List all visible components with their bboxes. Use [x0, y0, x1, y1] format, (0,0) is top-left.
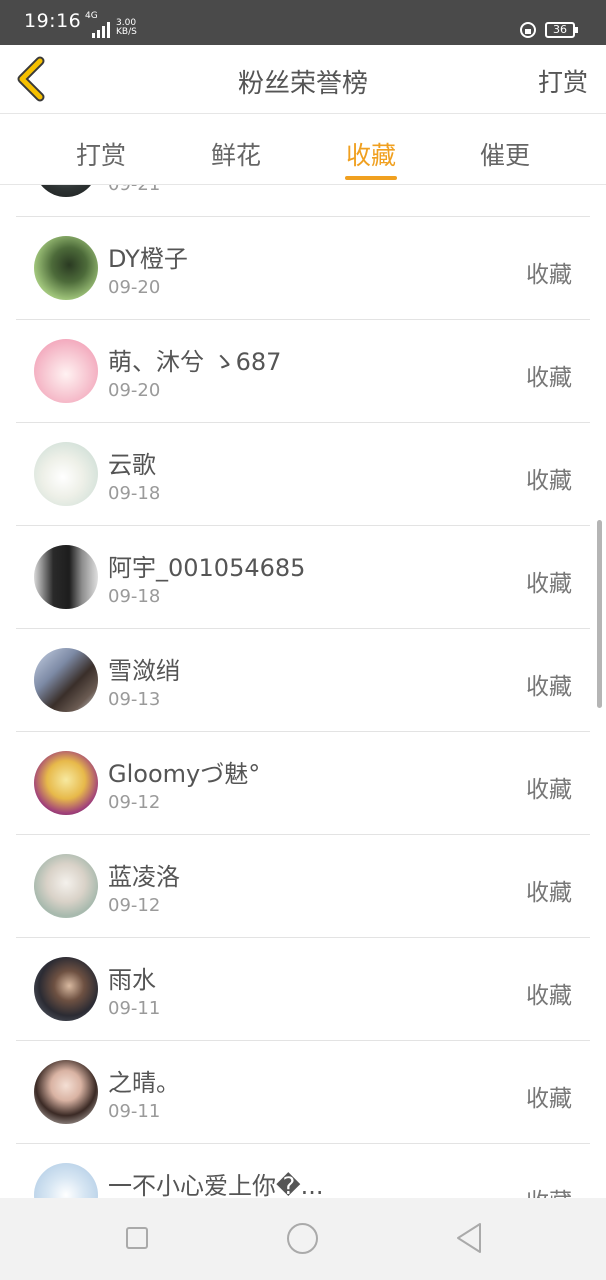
action-label: 收藏 — [526, 468, 572, 494]
speed-unit: KB/S — [116, 27, 137, 37]
date-label: 09-20 — [108, 380, 161, 401]
avatar — [34, 648, 98, 712]
date-label: 09-12 — [108, 895, 161, 916]
list-item[interactable]: 之晴。 09-11 收藏 — [16, 1041, 590, 1144]
list-item[interactable]: 蓝凌洛 09-12 收藏 — [16, 835, 590, 938]
list-item[interactable]: 云歌 09-18 收藏 — [16, 423, 590, 526]
action-label: 收藏 — [526, 1182, 572, 1198]
network-type: 4G — [85, 11, 98, 21]
user-name: 阿宇_001054685 — [108, 554, 306, 582]
action-label: 收藏 — [526, 571, 572, 597]
date-label: 09-13 — [108, 689, 161, 710]
status-time: 19:16 — [24, 10, 82, 32]
list-item[interactable]: Gloomyづ魅° 09-12 收藏 — [16, 732, 590, 835]
scrollbar[interactable] — [597, 520, 602, 708]
action-label: 收藏 — [526, 1086, 572, 1112]
tab-flowers[interactable]: 鲜花 — [196, 136, 276, 172]
page-title: 粉丝荣誉榜 — [237, 69, 368, 99]
action-label: 收藏 — [526, 983, 572, 1009]
avatar — [34, 545, 98, 609]
list-item[interactable]: 萌、沐兮 ゝ687 09-20 收藏 — [16, 320, 590, 423]
list-item[interactable]: 一不小心爱上你�... 收藏 — [16, 1144, 590, 1198]
user-name: 雨水 — [108, 966, 156, 994]
battery-icon: 36 — [545, 22, 578, 38]
active-tab-indicator — [345, 176, 397, 180]
triangle-back-icon[interactable] — [454, 1222, 484, 1254]
user-name: 萌、沐兮 ゝ687 — [108, 348, 282, 376]
user-name: 雪潋绡 — [108, 657, 180, 685]
tab-favorites[interactable]: 收藏 — [331, 136, 411, 172]
date-label: 09-11 — [108, 1101, 161, 1122]
avatar — [34, 1060, 98, 1124]
action-label: 收藏 — [526, 674, 572, 700]
user-name: 云歌 — [108, 451, 156, 479]
network-speed: 3.00 KB/S — [116, 19, 137, 37]
action-label: 收藏 — [526, 365, 572, 391]
date-label: 09-12 — [108, 792, 161, 813]
date-label: 09-20 — [108, 277, 161, 298]
avatar — [34, 1163, 98, 1198]
action-label: 收藏 — [526, 262, 572, 288]
date-label: 09-18 — [108, 586, 161, 607]
tab-reward[interactable]: 打赏 — [61, 136, 141, 172]
user-name: 一不小心爱上你�... — [108, 1172, 324, 1198]
circle-icon[interactable] — [287, 1223, 318, 1254]
tab-bar: 打赏 鲜花 收藏 催更 — [0, 114, 606, 185]
system-nav-bar — [0, 1198, 606, 1280]
avatar — [34, 854, 98, 918]
list-item[interactable]: 雪潋绡 09-13 收藏 — [16, 629, 590, 732]
avatar — [34, 236, 98, 300]
status-bar: 19:16 4G 3.00 KB/S 36 — [0, 0, 606, 45]
avatar — [34, 339, 98, 403]
user-name: DY橙子 — [108, 245, 188, 273]
list-item[interactable]: 雨水 09-11 收藏 — [16, 938, 590, 1041]
square-icon[interactable] — [126, 1227, 148, 1249]
fan-list[interactable]: 09-21 DY橙子 09-20 收藏 萌、沐兮 ゝ687 09-20 收藏 云… — [0, 185, 606, 1198]
avatar — [34, 185, 98, 197]
avatar — [34, 442, 98, 506]
reward-button[interactable]: 打赏 — [538, 63, 588, 99]
rotation-lock-icon — [520, 22, 536, 38]
user-name: 之晴。 — [108, 1069, 180, 1097]
user-name: 蓝凌洛 — [108, 863, 180, 891]
action-label: 收藏 — [526, 777, 572, 803]
date-label: 09-11 — [108, 998, 161, 1019]
avatar — [34, 957, 98, 1021]
signal-icon — [92, 22, 110, 38]
action-label: 收藏 — [526, 880, 572, 906]
user-name: Gloomyづ魅° — [108, 760, 261, 788]
date-label: 09-18 — [108, 483, 161, 504]
list-item[interactable]: DY橙子 09-20 收藏 — [16, 217, 590, 320]
list-item[interactable]: 09-21 — [16, 185, 590, 217]
list-item[interactable]: 阿宇_001054685 09-18 收藏 — [16, 526, 590, 629]
avatar — [34, 751, 98, 815]
app-header: 粉丝荣誉榜 打赏 — [0, 45, 606, 114]
date-label: 09-21 — [108, 185, 160, 195]
tab-urge-update[interactable]: 催更 — [465, 136, 545, 172]
